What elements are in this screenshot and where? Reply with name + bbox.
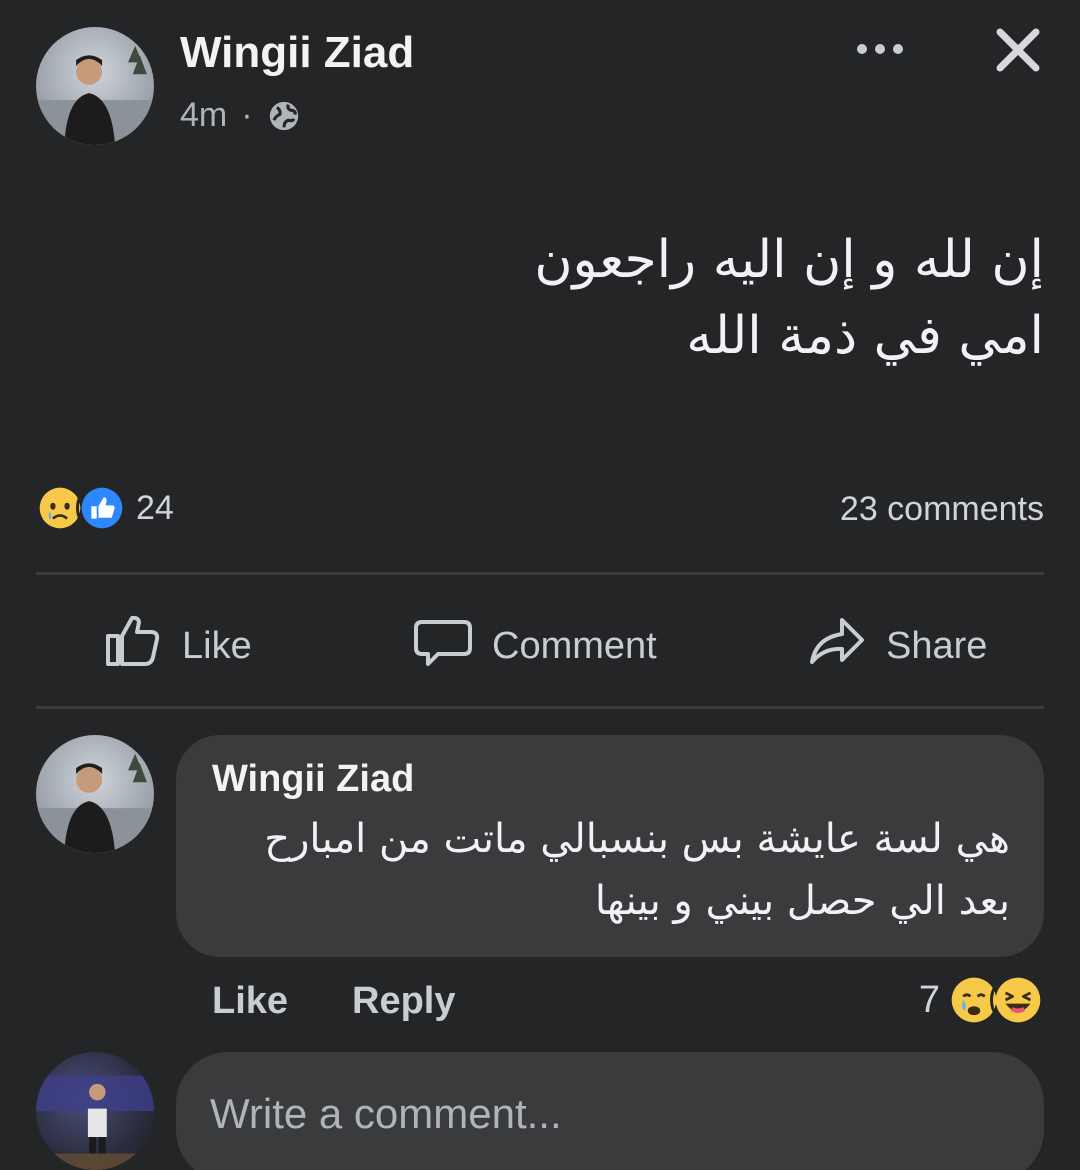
meta-separator: · — [241, 96, 253, 134]
reaction-summary[interactable]: 24 — [34, 482, 174, 534]
like-reaction-icon — [76, 482, 128, 534]
comment-reaction-summary[interactable]: 7 — [919, 972, 1046, 1028]
globe-icon — [267, 99, 301, 133]
post-author-name[interactable]: Wingii Ziad — [180, 28, 414, 78]
post-text-line: امي في ذمة الله — [686, 306, 1044, 366]
like-label: Like — [182, 624, 252, 667]
divider — [36, 706, 1044, 709]
comment-button[interactable]: Comment — [412, 610, 657, 682]
commenter-avatar[interactable] — [36, 735, 154, 853]
comment-like-button[interactable]: Like — [212, 980, 288, 1023]
comment-text-line: بعد الي حصل بيني و بينها — [594, 878, 1010, 924]
comment-composer[interactable] — [176, 1052, 1044, 1170]
post-text: إن لله و إن اليه راجعون امي في ذمة الله — [344, 222, 1044, 374]
divider — [36, 572, 1044, 575]
share-label: Share — [886, 624, 988, 667]
comment-text: هي لسة عايشة بس بنسبالي ماتت من امبارح ب… — [210, 808, 1010, 932]
more-options-icon[interactable] — [850, 34, 910, 64]
comments-count[interactable]: 23 comments — [840, 490, 1044, 529]
post-text-line: إن لله و إن اليه راجعون — [534, 230, 1044, 290]
post-time[interactable]: 4m — [180, 96, 227, 135]
like-button[interactable]: Like — [102, 610, 252, 682]
share-button[interactable]: Share — [806, 610, 987, 682]
speech-bubble-icon — [412, 610, 474, 682]
close-icon[interactable] — [992, 24, 1044, 76]
thumbs-up-icon — [102, 610, 164, 682]
comment-reply-button[interactable]: Reply — [352, 980, 455, 1023]
write-comment-input[interactable] — [210, 1090, 990, 1138]
post-meta: 4m · — [180, 96, 301, 135]
author-avatar[interactable] — [36, 27, 154, 145]
viewer-avatar[interactable] — [36, 1052, 154, 1170]
comment-label: Comment — [492, 624, 657, 667]
share-arrow-icon — [806, 610, 868, 682]
comment-author-name[interactable]: Wingii Ziad — [212, 758, 414, 801]
comment-reaction-count: 7 — [918, 978, 940, 1021]
reaction-count: 24 — [136, 488, 174, 527]
comment-text-line: هي لسة عايشة بس بنسبالي ماتت من امبارح — [264, 816, 1010, 862]
laughing-face-icon — [990, 972, 1046, 1028]
